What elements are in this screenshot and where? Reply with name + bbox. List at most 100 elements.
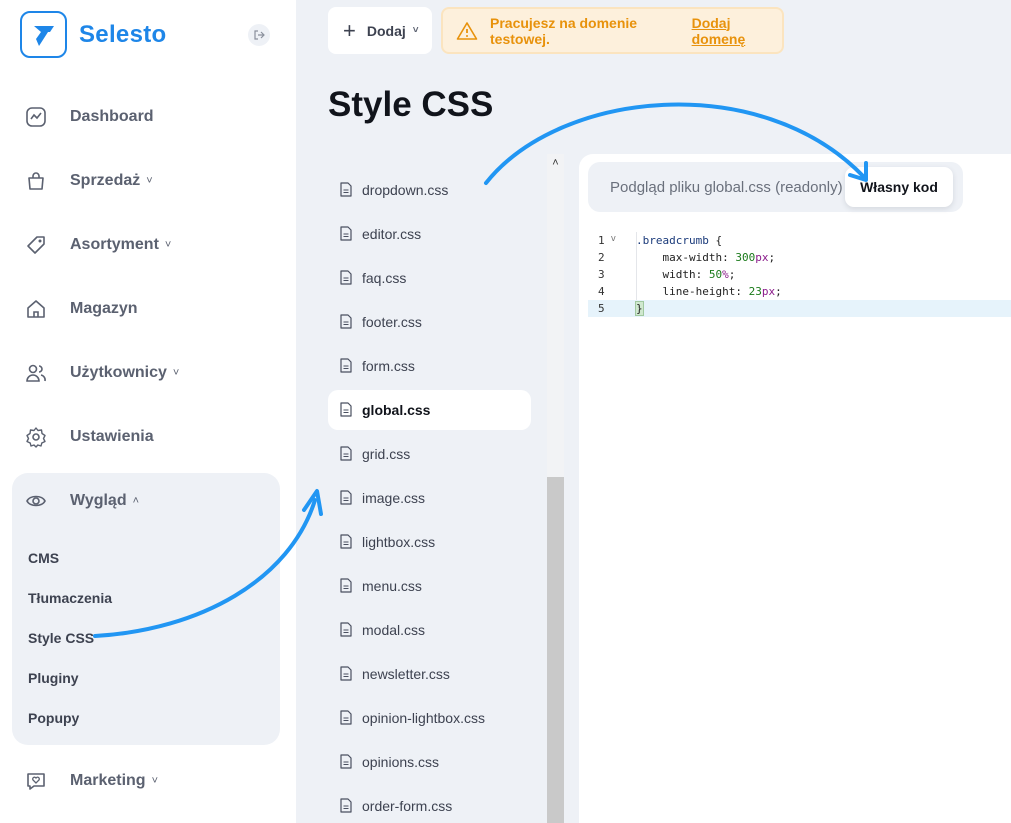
css-unit: px [761,285,776,298]
add-domain-link[interactable]: Dodaj domenę [692,15,782,47]
submenu-item-cms[interactable]: CMS [28,550,59,566]
file-name: modal.css [362,622,426,638]
file-icon [340,226,354,242]
file-icon [340,578,354,594]
file-icon [340,490,354,506]
add-button-label: Dodaj [366,22,406,39]
sidebar-item-marketing[interactable]: Marketing ˅ [24,766,158,796]
chevron-down-icon: ˅ [172,367,180,379]
logo[interactable]: Selesto [20,11,166,58]
sidebar-item-sprzedaz[interactable]: Sprzedaż ˅ [24,166,153,196]
page-title: Style CSS [328,85,494,124]
submenu-item-tlumaczenia[interactable]: Tłumaczenia [28,590,112,606]
code-line: 1v .breadcrumb { [588,232,1011,249]
file-name: faq.css [362,270,407,286]
home-icon [24,297,48,321]
css-selector: .breadcrumb [636,234,709,247]
chevron-down-icon: ˅ [151,775,159,787]
file-icon [340,798,354,814]
sidebar-item-dashboard[interactable]: Dashboard [24,102,154,132]
file-icon [340,534,354,550]
submenu-item-pluginy[interactable]: Pluginy [28,670,79,686]
sidebar-item-ustawienia[interactable]: Ustawienia [24,422,154,452]
sidebar-item-label: Marketing [70,772,146,789]
sidebar-item-uzytkownicy[interactable]: Użytkownicy ˅ [24,358,179,388]
css-number: 50 [708,268,723,281]
tab-custom-code[interactable]: Własny kod [845,167,953,207]
sidebar: Selesto Dashboard Sprzedaż ˅ Asortyment … [0,0,296,823]
css-unit: px [755,251,769,264]
file-icon [340,182,354,198]
code-line: 4 line-height: 23px; [588,283,1011,300]
file-item[interactable]: form.css [328,346,531,386]
users-icon [24,361,48,385]
tab-readonly-preview[interactable]: Podgląd pliku global.css (readonly) [610,179,843,196]
file-name: newsletter.css [362,666,450,682]
chevron-up-icon: ˄ [132,495,140,507]
chevron-down-icon: ˅ [146,175,153,187]
file-list-scroll-thumb[interactable] [547,477,564,823]
file-name: image.css [362,490,426,506]
add-button[interactable]: + Dodaj ˅ [328,7,432,54]
file-item[interactable]: editor.css [328,214,531,254]
collapse-sidebar-button[interactable] [248,24,270,46]
css-property: width: [662,268,709,281]
file-item[interactable]: dropdown.css [328,170,531,210]
file-name: opinion-lightbox.css [362,710,485,726]
file-item[interactable]: opinions.css [328,742,531,782]
file-item[interactable]: image.css [328,478,531,518]
file-name: editor.css [362,226,422,242]
brand-name: Selesto [79,20,167,48]
sidebar-item-label: Dashboard [70,108,154,125]
sidebar-item-label: Asortyment [70,236,159,253]
line-number: 5 [598,302,605,315]
file-item[interactable]: modal.css [328,610,531,650]
css-semicolon: ; [728,268,736,281]
file-name: footer.css [362,314,422,330]
chart-line-icon [24,105,48,129]
file-item[interactable]: opinion-lightbox.css [328,698,531,738]
css-unit: % [722,268,729,281]
css-property: max-width: [662,251,736,264]
sidebar-item-label: Magazyn [70,300,138,317]
css-number: 23 [748,285,762,298]
file-item[interactable]: order-form.css [328,786,531,823]
gear-icon [24,425,48,449]
warning-text: Pracujesz na domenie testowej. [490,14,638,47]
file-item[interactable]: newsletter.css [328,654,531,694]
css-semicolon: ; [768,251,776,264]
sidebar-item-asortyment[interactable]: Asortyment ˅ [24,230,171,260]
file-name: grid.css [362,446,411,462]
file-item[interactable]: menu.css [328,566,531,606]
warning-icon [456,21,478,41]
file-icon [340,710,354,726]
file-item[interactable]: grid.css [328,434,531,474]
submenu-item-popupy[interactable]: Popupy [28,710,79,726]
sidebar-item-wyglad[interactable]: Wygląd ˄ [24,486,139,516]
file-name: form.css [362,358,415,374]
sidebar-item-label: Wygląd [70,492,127,509]
file-item[interactable]: global.css [328,390,531,430]
file-item[interactable]: footer.css [328,302,531,342]
submenu-item-style-css[interactable]: Style CSS [28,630,94,646]
sidebar-item-magazyn[interactable]: Magazyn [24,294,138,324]
chevron-down-icon: ˅ [412,25,419,36]
tag-icon [24,233,48,257]
file-name: dropdown.css [362,182,449,198]
file-icon [340,358,354,374]
css-semicolon: ; [775,285,782,298]
sidebar-item-label: Użytkownicy [70,364,167,381]
code-line-active: 5 } [588,300,1011,317]
fold-chevron-icon[interactable]: v [611,234,616,247]
code-editor[interactable]: 1v .breadcrumb { 2 max-width: 300px; 3 w… [588,232,1011,317]
file-icon [340,622,354,638]
test-domain-warning: Pracujesz na domenie testowej. Dodaj dom… [441,7,784,54]
file-name: menu.css [362,578,422,594]
file-item[interactable]: lightbox.css [328,522,531,562]
bag-icon [24,169,48,193]
plus-icon: + [343,17,356,43]
scroll-up-arrow-icon[interactable]: ˄ [547,154,564,171]
file-item[interactable]: faq.css [328,258,531,298]
line-number: 2 [598,251,605,264]
file-icon [340,314,354,330]
